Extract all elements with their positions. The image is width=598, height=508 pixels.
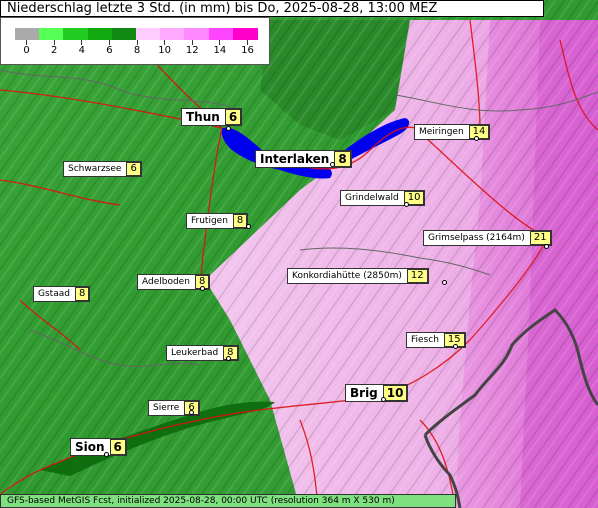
- precipitation-value: 8: [334, 151, 351, 167]
- map-title: Niederschlag letzte 3 Std. (in mm) bis D…: [0, 0, 544, 17]
- place-marker: [381, 397, 386, 402]
- place-name: Interlaken: [260, 152, 330, 166]
- precipitation-legend: 0 2 4 6 8 10 12 14 16: [0, 17, 270, 65]
- place-marker: [189, 410, 194, 415]
- precipitation-value: 6: [126, 162, 141, 176]
- place-name: Sion: [75, 440, 105, 454]
- precipitation-value: 6: [224, 109, 242, 125]
- place-label: Konkordiahütte (2850m) 12: [287, 268, 429, 284]
- legend-tick-label: 2: [50, 45, 58, 56]
- place-label: Sion 6: [70, 438, 127, 456]
- legend-color-swatch: [208, 28, 234, 40]
- precipitation-value: 21: [529, 231, 551, 245]
- place-label: Thun 6: [181, 108, 243, 126]
- place-marker: [104, 452, 109, 457]
- precipitation-value: 12: [406, 269, 428, 283]
- place-marker: [246, 224, 251, 229]
- place-label: Grimselpass (2164m) 21: [423, 230, 552, 246]
- precipitation-map: [0, 0, 598, 508]
- place-label: Grindelwald 10: [340, 190, 426, 206]
- place-marker: [226, 126, 231, 131]
- legend-color-swatch: [160, 28, 186, 40]
- legend-tick-label: 12: [185, 45, 199, 56]
- place-name: Grimselpass (2164m): [428, 233, 525, 243]
- legend-color-swatch: [136, 28, 161, 40]
- precipitation-value: 10: [382, 385, 408, 401]
- place-name: Meiringen: [419, 127, 464, 137]
- precipitation-value: 14: [468, 125, 490, 139]
- place-name: Brig: [350, 386, 378, 400]
- legend-tick-label: 10: [158, 45, 171, 56]
- place-marker: [226, 356, 231, 361]
- place-marker: [404, 202, 409, 207]
- legend-color-swatch: [39, 28, 65, 40]
- legend-tick-label: 0: [23, 45, 30, 56]
- legend-color-swatch: [184, 28, 210, 40]
- place-name: Fiesch: [411, 335, 439, 345]
- place-marker: [442, 280, 447, 285]
- legend-color-swatch: [111, 28, 137, 40]
- place-marker: [474, 136, 479, 141]
- legend-tick-label: 16: [241, 45, 254, 56]
- place-marker: [453, 344, 458, 349]
- place-label: Brig 10: [345, 384, 409, 402]
- place-marker: [330, 162, 335, 167]
- forecast-footer: GFS-based MetGIS Fcst, initialized 2025-…: [0, 494, 456, 508]
- place-name: Sierre: [153, 403, 180, 413]
- place-label: Schwarzsee 6: [63, 161, 142, 177]
- place-name: Adelboden: [142, 277, 190, 287]
- place-name: Grindelwald: [345, 193, 399, 203]
- place-marker: [200, 286, 205, 291]
- place-label: Interlaken 8: [255, 150, 352, 168]
- place-label: Gstaad 8: [33, 286, 91, 302]
- legend-color-swatch: [232, 28, 258, 40]
- place-name: Gstaad: [38, 289, 70, 299]
- legend-tick-label: 8: [133, 45, 141, 56]
- legend-tick-label: 6: [106, 45, 113, 56]
- legend-color-swatch: [87, 28, 113, 40]
- place-name: Konkordiahütte (2850m): [292, 271, 402, 281]
- place-label: Frutigen 8: [186, 213, 249, 229]
- legend-tick-label: 4: [78, 45, 85, 56]
- legend-color-swatch: [63, 28, 89, 40]
- legend-color-swatch: [15, 28, 40, 40]
- place-name: Leukerbad: [171, 348, 219, 358]
- place-name: Thun: [186, 110, 220, 124]
- place-marker: [544, 244, 549, 249]
- precipitation-value: 6: [109, 439, 126, 455]
- legend-tick-label: 14: [213, 45, 227, 56]
- place-name: Schwarzsee: [68, 164, 122, 174]
- place-name: Frutigen: [191, 216, 228, 226]
- precipitation-value: 8: [74, 287, 90, 301]
